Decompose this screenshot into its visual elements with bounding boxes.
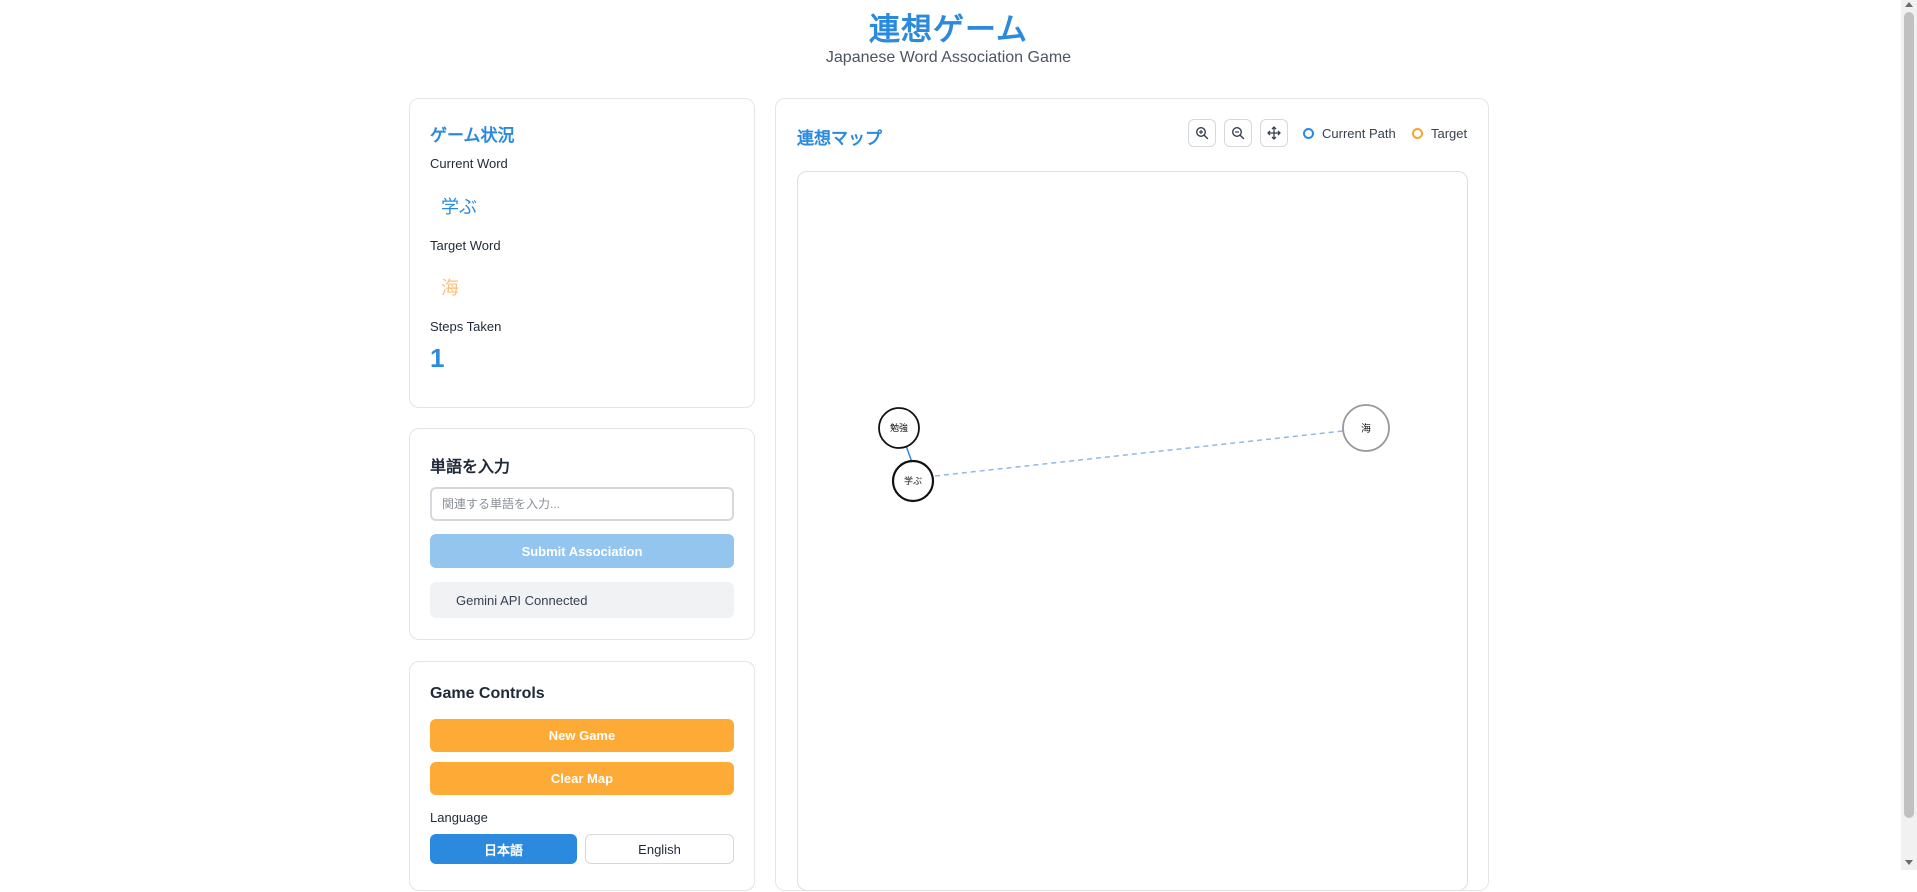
association-input[interactable] xyxy=(430,487,734,521)
word-input-card: 単語を入力 Submit Association Gemini API Conn… xyxy=(409,428,755,640)
clear-map-button[interactable]: Clear Map xyxy=(430,762,734,795)
zoom-out-button[interactable] xyxy=(1224,119,1252,147)
target-legend-icon xyxy=(1412,128,1423,139)
zoom-in-icon xyxy=(1195,126,1209,140)
scrollbar-thumb[interactable] xyxy=(1904,12,1914,818)
language-english-button[interactable]: English xyxy=(585,834,734,864)
language-label: Language xyxy=(430,810,488,825)
node-label: 海 xyxy=(1361,422,1371,435)
current-path-legend-icon xyxy=(1303,128,1314,139)
game-controls-title: Game Controls xyxy=(430,685,545,702)
game-status-card: ゲーム状況 Current Word 学ぶ Target Word 海 Step… xyxy=(409,98,755,408)
current-path-legend-label: Current Path xyxy=(1322,126,1396,141)
target-distance-edge xyxy=(934,430,1344,477)
word-input-title: 単語を入力 xyxy=(430,459,511,476)
target-word-value: 海 xyxy=(441,278,459,298)
api-status: Gemini API Connected xyxy=(430,582,734,618)
node-label: 学ぶ xyxy=(904,475,922,487)
scroll-up-arrow-icon[interactable] xyxy=(1905,2,1913,7)
node-manabu[interactable]: 学ぶ xyxy=(891,459,935,503)
game-status-title: ゲーム状況 xyxy=(430,126,515,145)
zoom-out-icon xyxy=(1231,126,1245,140)
node-benkyou[interactable]: 勉強 xyxy=(878,407,920,449)
target-legend-label: Target xyxy=(1431,126,1468,141)
target-word-label: Target Word xyxy=(430,238,501,253)
game-controls-card: Game Controls New Game Clear Map Languag… xyxy=(409,661,755,891)
node-label: 勉強 xyxy=(890,422,908,434)
current-word-label: Current Word xyxy=(430,156,508,171)
new-game-button[interactable]: New Game xyxy=(430,719,734,752)
association-map-title: 連想マップ xyxy=(797,129,882,148)
page-title: 連想ゲーム xyxy=(868,12,1029,47)
page-subtitle: Japanese Word Association Game xyxy=(825,49,1072,66)
move-icon xyxy=(1267,126,1281,140)
steps-value: 1 xyxy=(430,343,445,373)
steps-label: Steps Taken xyxy=(430,319,502,334)
current-word-value: 学ぶ xyxy=(441,197,477,217)
submit-association-button[interactable]: Submit Association xyxy=(430,534,734,568)
association-map-canvas[interactable]: 勉強 学ぶ 海 xyxy=(797,171,1468,891)
language-japanese-button[interactable]: 日本語 xyxy=(430,834,577,864)
scroll-down-arrow-icon[interactable] xyxy=(1905,860,1913,865)
pan-button[interactable] xyxy=(1260,119,1288,147)
zoom-in-button[interactable] xyxy=(1188,119,1216,147)
node-umi-target[interactable]: 海 xyxy=(1342,404,1390,452)
association-graph[interactable]: 勉強 学ぶ 海 xyxy=(798,172,1469,892)
